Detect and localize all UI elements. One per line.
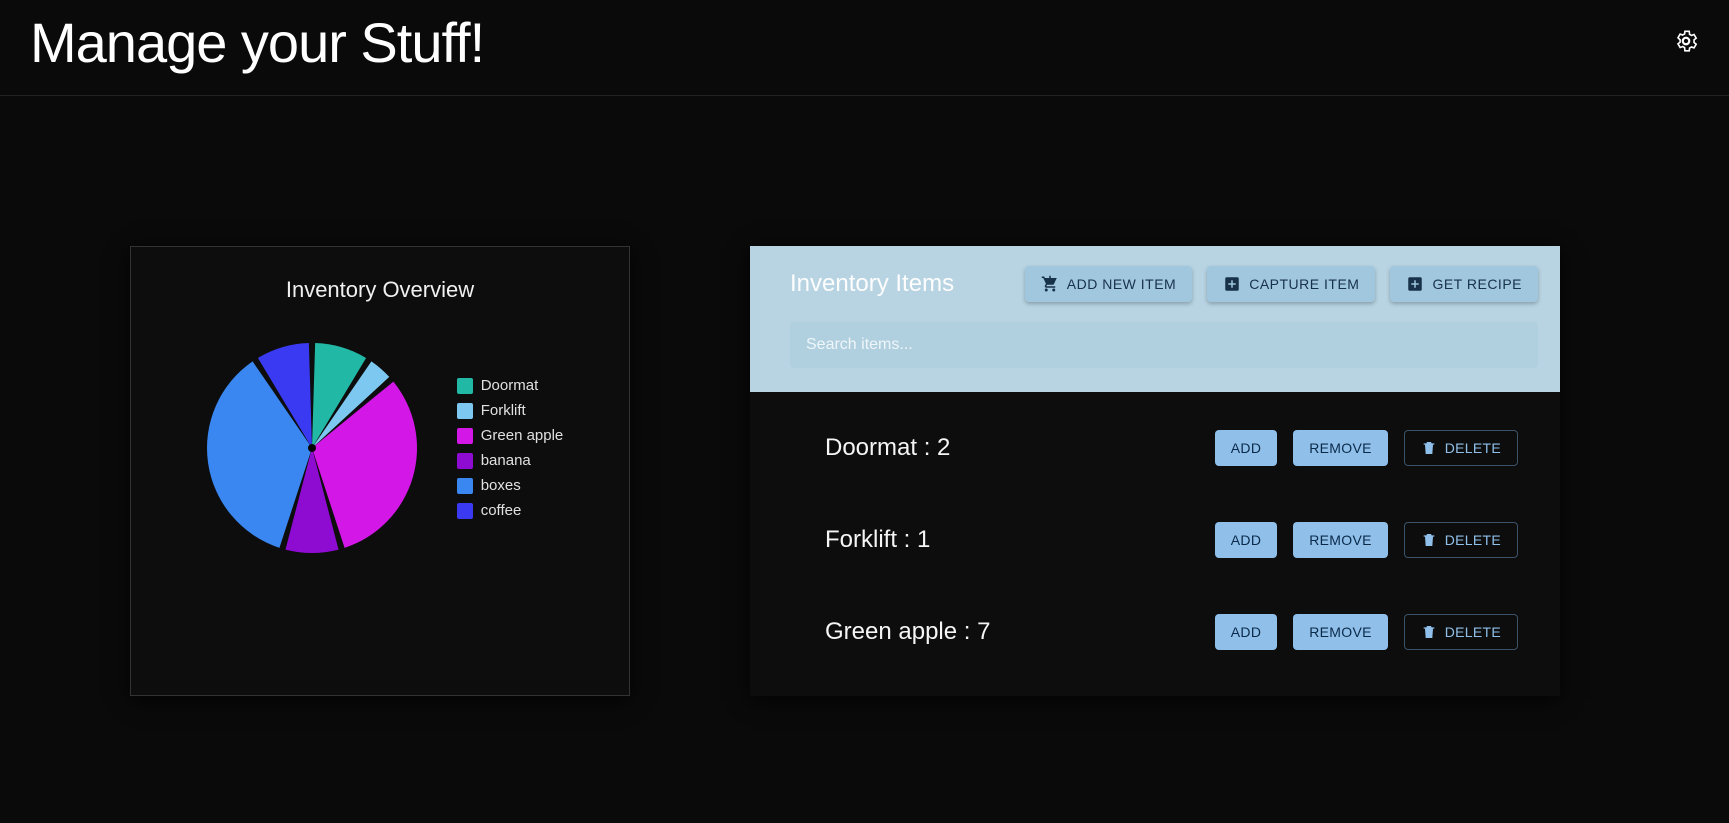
legend-item: Forklift [457,402,564,419]
list-item: Green apple : 7 ADD REMOVE DELETE [750,586,1560,678]
remove-button[interactable]: REMOVE [1293,430,1387,466]
trash-icon [1421,624,1437,640]
legend-swatch [457,378,473,394]
list-item: Doormat : 2 ADD REMOVE DELETE [750,402,1560,494]
item-actions: ADD REMOVE DELETE [1215,522,1518,558]
search-input[interactable] [790,322,1538,368]
legend-swatch [457,428,473,444]
legend-label: Forklift [481,402,526,419]
remove-button[interactable]: REMOVE [1293,614,1387,650]
item-label: Green apple : 7 [825,618,990,646]
legend-label: Green apple [481,427,564,444]
legend-swatch [457,478,473,494]
cart-plus-icon [1041,275,1059,293]
capture-icon [1223,275,1241,293]
list-item: Forklift : 1 ADD REMOVE DELETE [750,494,1560,586]
inventory-toolbar: ADD NEW ITEM CAPTURE ITEM GET RECIPE [1025,266,1538,302]
legend-label: coffee [481,502,522,519]
inventory-title: Inventory Items [790,270,954,298]
inventory-list[interactable]: Doormat : 2 ADD REMOVE DELETE Forklift : 1 AD… [750,392,1560,696]
legend-item: Green apple [457,427,564,444]
add-new-item-button[interactable]: ADD NEW ITEM [1025,266,1192,302]
trash-icon [1421,440,1437,456]
delete-label: DELETE [1445,624,1501,640]
trash-icon [1421,532,1437,548]
chart-body: Doormat Forklift Green apple banana boxes cof… [151,333,609,563]
add-button[interactable]: ADD [1215,614,1277,650]
legend-item: boxes [457,477,564,494]
legend-label: boxes [481,477,521,494]
delete-label: DELETE [1445,440,1501,456]
add-button[interactable]: ADD [1215,430,1277,466]
inventory-overview-card: Inventory Overview Doormat Forklift Green … [130,246,630,696]
get-recipe-label: GET RECIPE [1432,276,1522,292]
delete-label: DELETE [1445,532,1501,548]
inventory-header: Inventory Items ADD NEW ITEM CAPTURE ITE… [750,246,1560,392]
delete-button[interactable]: DELETE [1404,430,1518,466]
item-label: Doormat : 2 [825,434,950,462]
legend-label: banana [481,452,531,469]
legend-swatch [457,453,473,469]
legend-item: banana [457,452,564,469]
legend-item: Doormat [457,377,564,394]
delete-button[interactable]: DELETE [1404,522,1518,558]
add-new-item-label: ADD NEW ITEM [1067,276,1176,292]
recipe-icon [1406,275,1424,293]
legend-label: Doormat [481,377,539,394]
item-label: Forklift : 1 [825,526,930,554]
legend-item: coffee [457,502,564,519]
get-recipe-button[interactable]: GET RECIPE [1390,266,1538,302]
delete-button[interactable]: DELETE [1404,614,1518,650]
settings-button[interactable] [1673,28,1699,57]
item-actions: ADD REMOVE DELETE [1215,614,1518,650]
item-actions: ADD REMOVE DELETE [1215,430,1518,466]
app-header: Manage your Stuff! [0,0,1729,96]
inventory-items-card: Inventory Items ADD NEW ITEM CAPTURE ITE… [750,246,1560,696]
capture-item-button[interactable]: CAPTURE ITEM [1207,266,1375,302]
chart-title: Inventory Overview [151,277,609,303]
remove-button[interactable]: REMOVE [1293,522,1387,558]
capture-item-label: CAPTURE ITEM [1249,276,1359,292]
add-button[interactable]: ADD [1215,522,1277,558]
main-content: Inventory Overview Doormat Forklift Green … [0,96,1729,696]
chart-legend: Doormat Forklift Green apple banana boxes cof… [457,377,564,519]
gear-icon [1673,28,1699,54]
legend-swatch [457,503,473,519]
page-title: Manage your Stuff! [30,10,484,75]
legend-swatch [457,403,473,419]
pie-chart [197,333,427,563]
